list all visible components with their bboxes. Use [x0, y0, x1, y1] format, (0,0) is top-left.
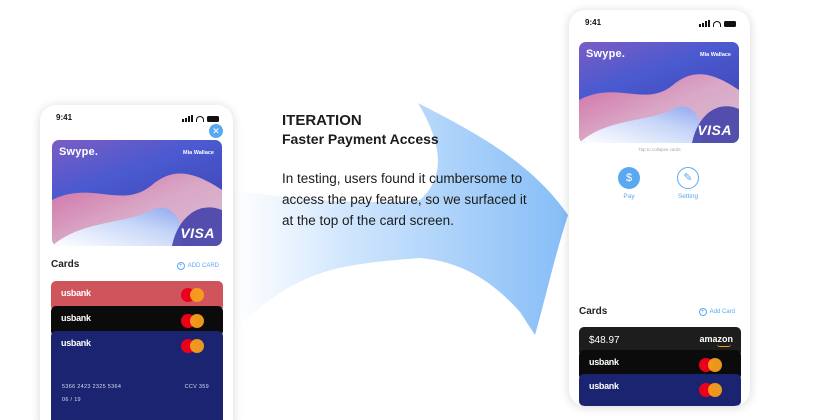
phone-before: 9:41 ✕ Swype. Mia Wallace VISA Cards + A…	[40, 105, 233, 420]
card-brand: Swype.	[59, 146, 99, 158]
signal-icon	[182, 115, 193, 122]
pay-button[interactable]: $ Pay	[609, 167, 649, 200]
card-number: 5366 2423 2325 5364	[62, 384, 122, 390]
pay-label: Pay	[623, 193, 635, 200]
presentation-slide: 9:41 ✕ Swype. Mia Wallace VISA Cards + A…	[0, 0, 840, 420]
card-amount: $48.97	[589, 335, 620, 346]
add-card-button[interactable]: + ADD CARD	[176, 262, 219, 270]
card-brand: Swype.	[586, 48, 626, 60]
caption-title: ITERATION	[282, 112, 362, 129]
battery-icon	[724, 20, 736, 27]
signal-icon	[699, 20, 710, 27]
featured-card[interactable]: Swype. Mia Wallace VISA	[52, 140, 222, 246]
usbank-logo: usbank	[61, 313, 91, 323]
add-card-button[interactable]: + Add Card	[698, 308, 735, 316]
card-usbank-navy[interactable]: usbank	[579, 374, 741, 406]
cards-heading: Cards	[51, 259, 80, 270]
card-usbank-navy[interactable]: usbank 5366 2423 2325 5364 06 / 19 CCV 3…	[51, 331, 223, 420]
wifi-icon	[713, 20, 721, 27]
battery-icon	[207, 115, 219, 122]
mastercard-logo	[699, 358, 723, 372]
status-time: 9:41	[56, 113, 73, 122]
status-icons	[182, 115, 219, 122]
wifi-icon	[196, 115, 204, 122]
iteration-caption: ITERATION Faster Payment Access In testi…	[282, 111, 532, 231]
plus-icon: +	[698, 308, 707, 316]
wrench-icon: ✎	[677, 167, 699, 189]
add-card-label: ADD CARD	[187, 263, 219, 269]
amazon-smile-icon	[717, 344, 731, 347]
usbank-logo: usbank	[589, 357, 619, 367]
mastercard-logo	[699, 383, 723, 397]
plus-icon: +	[176, 262, 185, 270]
card-holder: Mia Wallace	[700, 52, 731, 58]
visa-logo: VISA	[180, 225, 215, 241]
usbank-logo: usbank	[589, 381, 619, 391]
setting-label: Setting	[677, 193, 699, 200]
status-time: 9:41	[585, 18, 602, 27]
add-card-label: Add Card	[709, 309, 735, 315]
caption-subtitle: Faster Payment Access	[282, 131, 439, 147]
caption-body: In testing, users found it cumbersome to…	[282, 171, 527, 228]
usbank-logo: usbank	[61, 338, 91, 348]
phone-after: 9:41 Swype. Mia Wallace VISA Tap to coll…	[569, 10, 750, 406]
collapse-hint: Tap to collapse cards	[638, 147, 681, 152]
card-ccv: CCV 359	[184, 384, 209, 390]
usbank-logo: usbank	[61, 288, 91, 298]
card-holder: Mia Wallace	[183, 150, 214, 156]
dollar-icon: $	[618, 167, 640, 189]
card-expiry: 06 / 19	[62, 397, 81, 403]
mastercard-logo	[181, 339, 205, 353]
featured-card[interactable]: Swype. Mia Wallace VISA	[579, 42, 739, 143]
status-bar: 9:41	[54, 113, 219, 125]
cards-heading: Cards	[579, 306, 608, 317]
close-icon[interactable]: ✕	[209, 124, 223, 138]
setting-button[interactable]: ✎ Setting	[668, 167, 708, 200]
status-bar: 9:41	[583, 18, 736, 30]
amazon-logo: amazon	[699, 334, 733, 344]
mastercard-logo	[181, 314, 205, 328]
mastercard-logo	[181, 288, 205, 302]
visa-logo: VISA	[697, 122, 732, 138]
status-icons	[699, 20, 736, 27]
